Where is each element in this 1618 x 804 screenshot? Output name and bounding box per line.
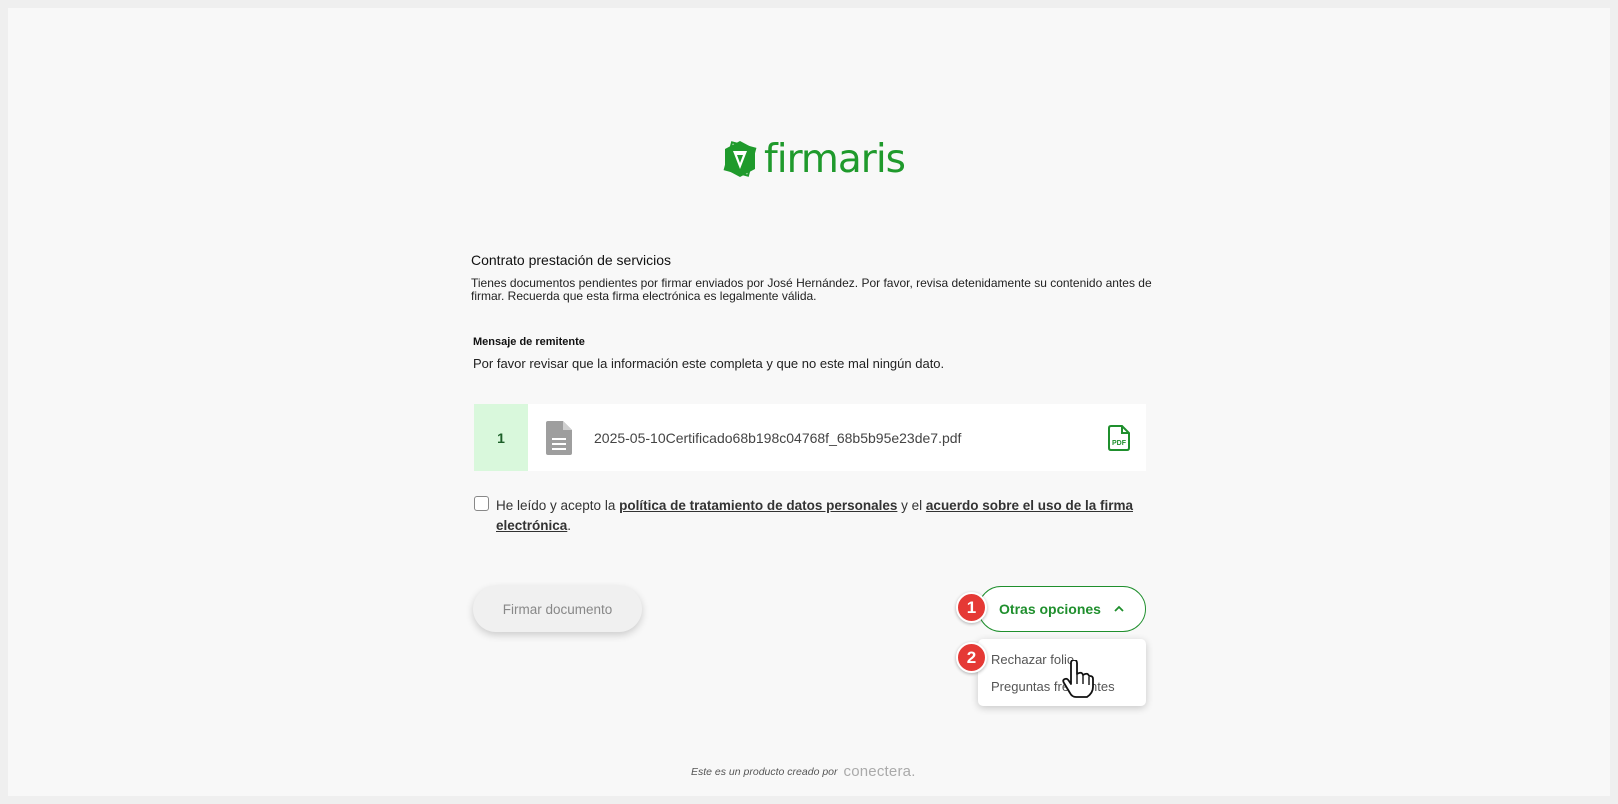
other-options-button[interactable]: Otras opciones (978, 586, 1146, 632)
intro-text: Tienes documentos pendientes por firmar … (471, 276, 1152, 303)
consent-text: He leído y acepto la política de tratami… (496, 496, 1134, 536)
logo-mark-icon (723, 141, 757, 177)
page-background (8, 8, 1610, 796)
footer: Este es un producto creado por conectera… (691, 763, 916, 780)
file-document-icon (546, 420, 572, 455)
privacy-policy-link[interactable]: política de tratamiento de datos persona… (619, 498, 897, 513)
step-badge-1: 1 (956, 592, 987, 623)
pdf-icon[interactable]: PDF (1108, 424, 1130, 451)
firmaris-logo: firmaris (722, 136, 906, 182)
sign-document-button[interactable]: Firmar documento (473, 586, 642, 632)
menu-item-faq[interactable]: Preguntas frecuentes (991, 679, 1115, 694)
consent-suffix: . (567, 518, 572, 533)
logo-text: firmaris (764, 136, 906, 182)
consent-row: He leído y acepto la política de tratami… (474, 496, 1134, 536)
file-index: 1 (474, 404, 528, 471)
document-title: Contrato prestación de servicios (471, 252, 671, 268)
consent-prefix: He leído y acepto la (496, 498, 620, 513)
svg-text:PDF: PDF (1112, 440, 1127, 447)
consent-checkbox[interactable] (474, 496, 489, 511)
step-badge-2: 2 (956, 642, 987, 673)
other-options-label: Otras opciones (999, 601, 1101, 617)
chevron-up-icon (1114, 605, 1124, 612)
sender-message-text: Por favor revisar que la información est… (473, 356, 945, 371)
file-name: 2025-05-10Certificado68b198c04768f_68b5b… (594, 429, 962, 446)
sender-message-label: Mensaje de remitente (473, 336, 585, 348)
file-row[interactable]: 1 2025-05-10Certificado68b198c04768f_68b… (474, 404, 1146, 471)
conectera-logo: conectera. (843, 763, 916, 780)
hand-pointer-icon (1062, 660, 1094, 698)
consent-middle: y el (897, 498, 926, 513)
footer-text: Este es un producto creado por (691, 765, 838, 778)
